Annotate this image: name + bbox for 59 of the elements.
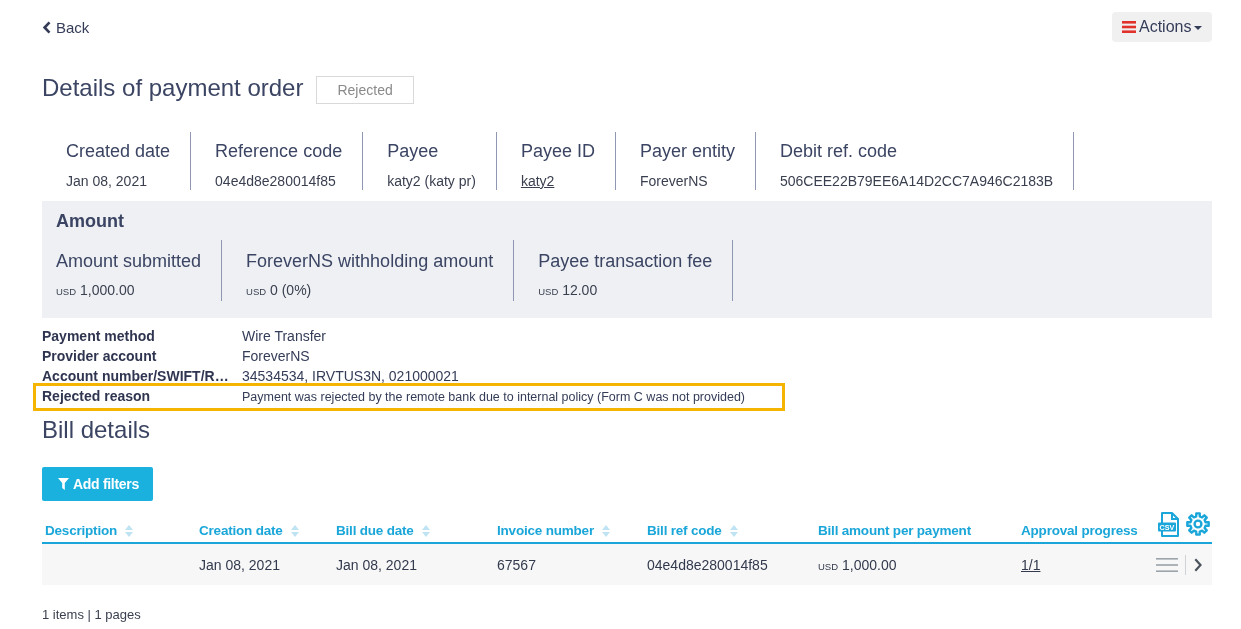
caret-icon [1194, 26, 1203, 30]
field-value: 04e4d8e280014f85 [215, 172, 337, 190]
field-label: Payee ID [520, 140, 595, 162]
detail-value: Payment was rejected by the remote bank due to internal policy (Form C was not provided) [242, 389, 745, 406]
amount-value: USD 1,000.00 [56, 281, 136, 300]
field-value: katy2 (katy pr) [387, 172, 476, 190]
field-label: Created date [66, 140, 171, 162]
detail-label: Payment method [42, 327, 156, 346]
field-label: Payee transaction fee [538, 250, 713, 272]
page-title: Details of payment order [42, 73, 304, 103]
table-cell: USD 1,000.00 [818, 556, 897, 573]
column-header[interactable]: Bill due date [336, 522, 430, 540]
detail-label: Provider account [42, 347, 158, 366]
filter-icon [58, 478, 69, 490]
field-label: Reference code [215, 140, 343, 162]
field-label: Payee [387, 140, 440, 162]
table-cell: 67567 [497, 556, 536, 573]
status-badge: Rejected [316, 75, 414, 104]
table-cell: Jan 08, 2021 [199, 556, 280, 573]
sort-icon [602, 525, 610, 537]
field-label: Debit ref. code [779, 140, 899, 162]
progress-link[interactable]: 1/1 [1021, 556, 1041, 573]
field-value: 506CEE22B79EE6A14D2CC7A946C2183B [779, 172, 1054, 190]
detail-value: ForeverNS [242, 347, 310, 366]
table-cell: 04e4d8e280014f85 [647, 556, 768, 573]
chevron-left-icon [43, 20, 51, 34]
field-label: Payer entity [639, 140, 735, 162]
sort-icon [290, 525, 299, 537]
detail-label: Account number/SWIFT/R… [42, 367, 230, 386]
value-link[interactable]: katy2 [520, 173, 555, 189]
field-label: ForeverNS withholding amount [246, 250, 494, 272]
field-value: ForeverNS [639, 172, 709, 190]
chevron-right-icon[interactable] [1194, 557, 1202, 572]
table-cell: Jan 08, 2021 [336, 556, 417, 573]
section-title: Amount [56, 211, 125, 231]
detail-value: 34534534, IRVTUS3N, 021000021 [242, 367, 459, 386]
detail-label: Rejected reason [42, 387, 152, 406]
add-filters-button[interactable]: Add filters [42, 467, 153, 501]
section-heading: Bill details [42, 416, 152, 444]
settings-icon[interactable] [1186, 512, 1210, 536]
amount-value: USD 0 (0%) [246, 281, 313, 300]
sort-icon [729, 525, 738, 537]
pagination-summary: 1 items | 1 pages [42, 606, 142, 624]
column-header[interactable]: Description [45, 522, 134, 540]
menu-icon [1122, 21, 1136, 33]
sort-icon [125, 525, 134, 537]
sort-icon [421, 525, 430, 537]
column-header[interactable]: Bill amount per payment [818, 522, 971, 540]
amount-value: USD 12.00 [538, 281, 599, 300]
detail-value: Wire Transfer [242, 327, 326, 346]
actions-button[interactable]: Actions [1112, 12, 1212, 42]
column-header[interactable]: Creation date [199, 522, 299, 540]
column-header[interactable]: Invoice number [497, 522, 610, 540]
back-link[interactable]: Back [43, 18, 90, 36]
column-header[interactable]: Approval progress [1021, 522, 1138, 540]
field-label: Amount submitted [56, 250, 202, 272]
field-value: Jan 08, 2021 [66, 172, 148, 190]
menu-icon[interactable] [1156, 557, 1178, 572]
column-header[interactable]: Bill ref code [647, 522, 738, 540]
